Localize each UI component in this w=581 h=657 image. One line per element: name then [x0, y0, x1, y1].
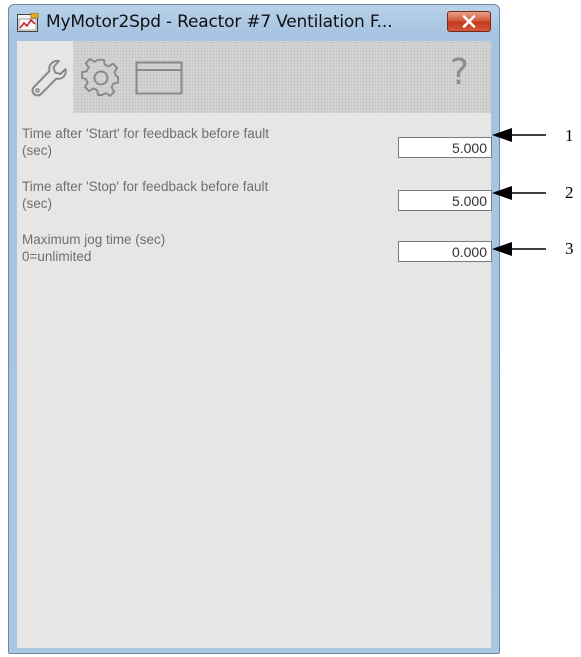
callout-arrow-1	[492, 128, 546, 142]
title-bar[interactable]: MyMotor2Spd - Reactor #7 Ventilation F..…	[9, 5, 499, 39]
faceplate-toolbar: ?	[17, 41, 491, 113]
callout-arrow-3	[492, 242, 546, 256]
param-label-line2: (sec)	[22, 196, 52, 211]
param-label: Time after 'Stop' for feedback before fa…	[22, 178, 352, 212]
param-label-line1: Maximum jog time (sec)	[22, 232, 166, 247]
param-label-line1: Time after 'Stop' for feedback before fa…	[22, 179, 269, 194]
help-icon[interactable]: ?	[450, 55, 469, 91]
window-title: MyMotor2Spd - Reactor #7 Ventilation F..…	[46, 12, 393, 32]
param-label-line2: (sec)	[22, 143, 52, 158]
wrench-icon	[31, 59, 67, 97]
tab-configuration[interactable]	[77, 41, 129, 113]
close-button[interactable]	[447, 11, 491, 32]
callout-number-3: 3	[565, 239, 574, 258]
param-label: Time after 'Start' for feedback before f…	[22, 125, 352, 159]
callout-number-1: 1	[565, 126, 574, 145]
client-area: ? Time after 'Start' for feedback before…	[17, 41, 492, 648]
callout-number-2: 2	[565, 183, 574, 202]
callout-arrow-2	[492, 186, 546, 200]
param-label: Maximum jog time (sec) 0=unlimited	[22, 231, 352, 265]
tab-hmi-configuration[interactable]	[131, 41, 189, 113]
window-icon	[135, 61, 183, 95]
param-label-line2: 0=unlimited	[22, 249, 92, 264]
start-feedback-time-input[interactable]	[398, 137, 492, 158]
app-icon	[17, 13, 39, 32]
param-label-line1: Time after 'Start' for feedback before f…	[22, 126, 270, 141]
gear-icon	[81, 58, 120, 97]
max-jog-time-input[interactable]	[398, 241, 492, 262]
tab-engineering[interactable]	[17, 41, 73, 113]
faceplate-window: MyMotor2Spd - Reactor #7 Ventilation F..…	[8, 4, 500, 654]
stop-feedback-time-input[interactable]	[398, 190, 492, 211]
close-icon	[462, 15, 476, 28]
